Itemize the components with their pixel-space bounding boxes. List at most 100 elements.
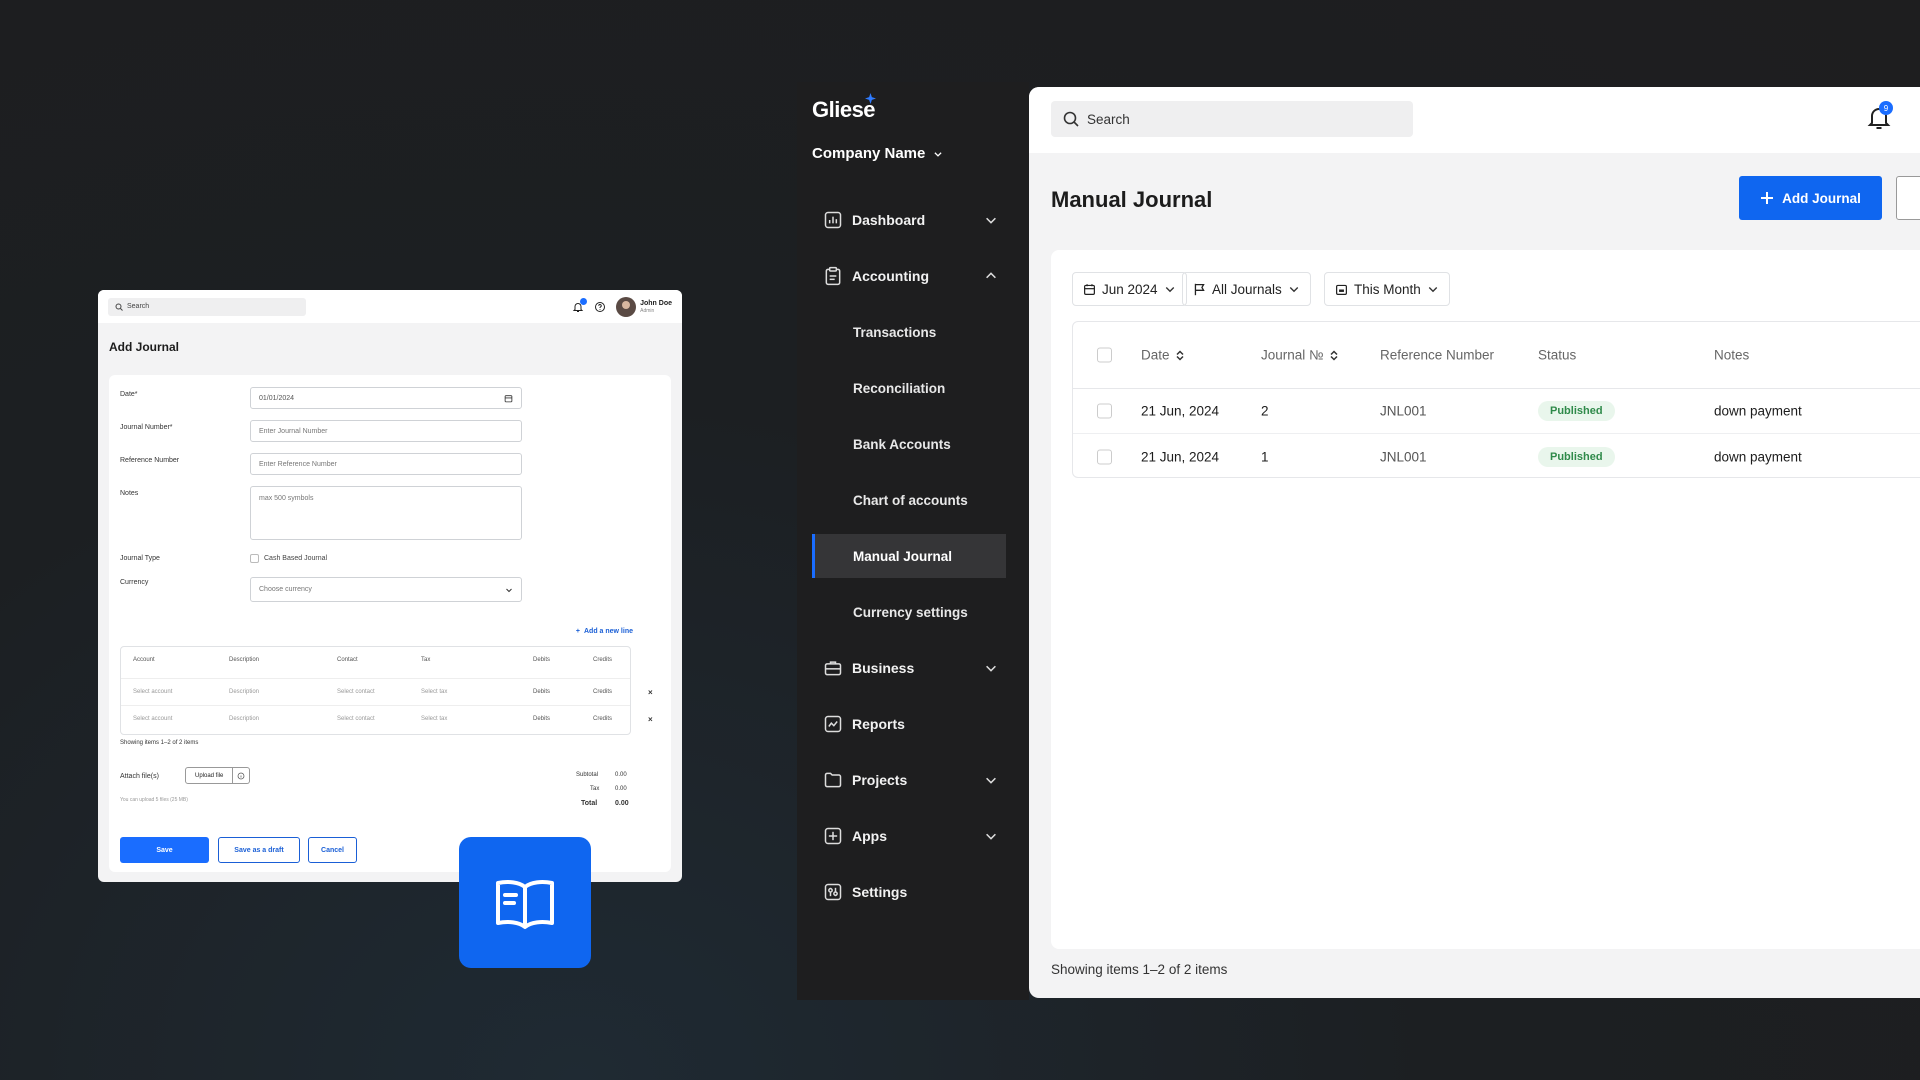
checkbox[interactable]	[250, 554, 259, 563]
notes-label: Notes	[120, 490, 139, 497]
calendar-icon[interactable]	[504, 394, 513, 403]
month-filter[interactable]: Jun 2024	[1072, 272, 1187, 306]
sidebar-item-accounting[interactable]: Accounting	[812, 254, 1006, 298]
sidebar-item-projects[interactable]: Projects	[812, 758, 1006, 802]
row-notes: down payment	[1714, 403, 1802, 419]
filter-label: This Month	[1354, 281, 1421, 297]
reference-field[interactable]: Enter Reference Number	[250, 453, 522, 475]
table-row: Select account Description Select contac…	[121, 678, 630, 704]
sidebar-item-reconciliation[interactable]: Reconciliation	[812, 366, 1006, 410]
date-field[interactable]: 01/01/2024	[250, 387, 522, 409]
sidebar-item-transactions[interactable]: Transactions	[812, 310, 1006, 354]
sidebar-item-currency-settings[interactable]: Currency settings	[812, 590, 1006, 634]
row-journal-number: 1	[1261, 449, 1269, 464]
notes-field[interactable]: max 500 symbols	[250, 486, 522, 540]
account-select[interactable]: Select account	[133, 716, 172, 722]
sidebar-item-label: Business	[852, 660, 915, 676]
sidebar-item-apps[interactable]: Apps	[812, 814, 1006, 858]
chevron-down-icon	[1289, 287, 1299, 293]
sidebar-item-bank-accounts[interactable]: Bank Accounts	[812, 422, 1006, 466]
save-draft-button[interactable]: Save as a draft	[218, 837, 300, 863]
briefcase-icon	[822, 657, 844, 679]
journal-table: Date Journal № Reference Number Status N…	[1072, 321, 1920, 478]
info-icon[interactable]	[233, 767, 251, 784]
table-row[interactable]: 21 Jun, 2024 2 JNL001 Published down pay…	[1073, 389, 1920, 434]
col-journal-number[interactable]: Journal №	[1261, 348, 1338, 363]
account-select[interactable]: Select account	[133, 689, 172, 695]
currency-select[interactable]: Choose currency	[250, 577, 522, 602]
period-filter[interactable]: This Month	[1324, 272, 1450, 306]
credits-input[interactable]: Credits	[593, 689, 612, 695]
row-checkbox[interactable]	[1097, 449, 1112, 464]
contact-select[interactable]: Select contact	[337, 689, 375, 695]
col-date[interactable]: Date	[1141, 348, 1184, 363]
sidebar-item-reports[interactable]: Reports	[812, 702, 1006, 746]
tax-select[interactable]: Select tax	[421, 689, 447, 695]
secondary-action-button[interactable]	[1896, 176, 1920, 220]
journal-type-filter[interactable]: All Journals	[1182, 272, 1311, 306]
user-role: Admin	[640, 307, 655, 314]
add-line-button[interactable]: + Add a new line	[576, 628, 633, 635]
col-description: Description	[229, 657, 260, 663]
search-icon	[1063, 111, 1079, 127]
description-input[interactable]: Description	[229, 689, 259, 695]
reference-label: Reference Number	[120, 457, 180, 464]
credits-input[interactable]: Credits	[593, 716, 612, 722]
row-reference: JNL001	[1380, 403, 1427, 419]
user-menu[interactable]: John Doe Admin	[616, 296, 672, 317]
close-icon[interactable]: ×	[648, 688, 653, 697]
select-all-checkbox[interactable]	[1097, 347, 1112, 363]
cash-based-checkbox[interactable]: Cash Based Journal	[250, 554, 327, 563]
date-value: 01/01/2024	[259, 394, 295, 402]
total-label: Total	[581, 800, 598, 807]
contact-select[interactable]: Select contact	[337, 716, 375, 722]
row-reference: JNL001	[1380, 449, 1427, 464]
save-button[interactable]: Save	[120, 837, 209, 863]
row-date: 21 Jun, 2024	[1141, 449, 1220, 464]
row-notes: down payment	[1714, 449, 1802, 464]
journal-panel: Jun 2024 All Journals This Month Date Jo…	[1051, 250, 1920, 949]
search-input[interactable]: Search	[1051, 101, 1413, 137]
debits-input[interactable]: Debits	[533, 689, 550, 695]
mini-search-input[interactable]: Search	[108, 297, 306, 316]
add-journal-button[interactable]: Add Journal	[1739, 176, 1882, 220]
sidebar-item-label: Reports	[852, 716, 905, 732]
company-switcher[interactable]: Company Name	[812, 145, 943, 162]
sidebar-item-business[interactable]: Business	[812, 646, 1006, 690]
chevron-down-icon	[986, 217, 996, 224]
add-journal-label: Add Journal	[1782, 190, 1861, 206]
calendar-icon	[1084, 283, 1095, 295]
sidebar-item-dashboard[interactable]: Dashboard	[812, 198, 1006, 242]
row-checkbox[interactable]	[1097, 403, 1112, 419]
folder-icon	[822, 769, 844, 791]
journal-app-icon	[459, 837, 591, 968]
journal-number-placeholder: Enter Journal Number	[259, 427, 328, 435]
upload-file-button[interactable]: Upload file	[185, 767, 234, 784]
close-icon[interactable]: ×	[648, 715, 653, 724]
tax-select[interactable]: Select tax	[421, 716, 447, 722]
tax-label: Tax	[590, 786, 600, 792]
chevron-down-icon	[986, 665, 996, 672]
journal-number-field[interactable]: Enter Journal Number	[250, 420, 522, 442]
sidebar-item-manual-journal[interactable]: Manual Journal	[812, 534, 1006, 578]
company-name: Company Name	[812, 145, 926, 162]
table-row[interactable]: 21 Jun, 2024 1 JNL001 Published down pay…	[1073, 434, 1920, 479]
sidebar-item-chart-of-accounts[interactable]: Chart of accounts	[812, 478, 1006, 522]
sidebar-item-settings[interactable]: Settings	[812, 870, 1006, 914]
sliders-icon	[822, 881, 844, 903]
chevron-down-icon	[934, 151, 942, 157]
bell-icon[interactable]	[572, 297, 588, 313]
chevron-down-icon	[1428, 287, 1438, 293]
page-title: Add Journal	[109, 340, 180, 354]
cancel-button[interactable]: Cancel	[308, 837, 357, 863]
notifications-button[interactable]: 9	[1867, 101, 1893, 131]
notification-badge: 9	[1879, 101, 1893, 115]
table-header-row: Account Description Contact Tax Debits C…	[121, 647, 630, 673]
col-notes: Notes	[1714, 347, 1750, 363]
col-account: Account	[133, 657, 155, 663]
description-input[interactable]: Description	[229, 716, 259, 722]
help-icon[interactable]	[594, 301, 606, 313]
debits-input[interactable]: Debits	[533, 716, 550, 722]
table-header-row: Date Journal № Reference Number Status N…	[1073, 322, 1920, 389]
row-date: 21 Jun, 2024	[1141, 403, 1220, 419]
